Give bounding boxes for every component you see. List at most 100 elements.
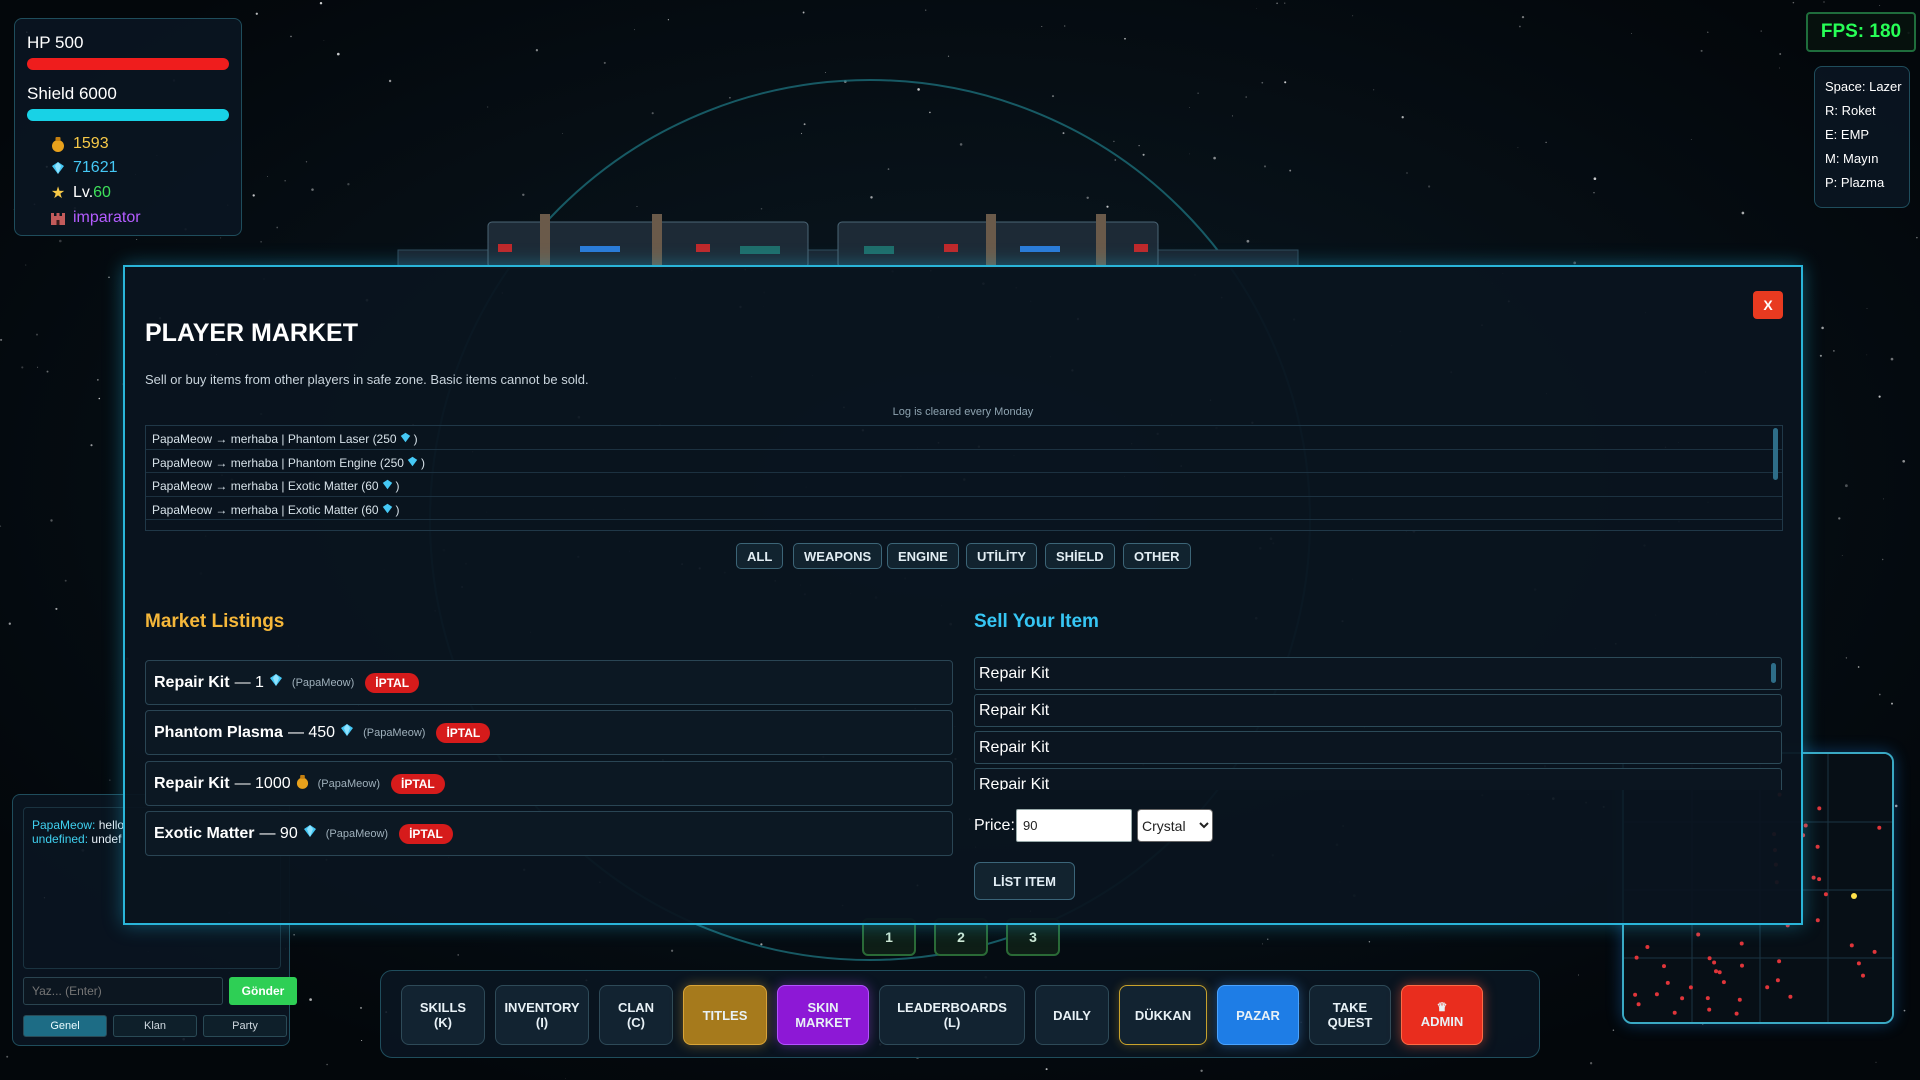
trade-log[interactable]: PapaMeow → merhaba | Phantom Laser (250)…: [145, 425, 1783, 531]
minimap-enemy-dot: [1696, 932, 1701, 937]
take-quest-button[interactable]: TAKE QUEST: [1309, 985, 1391, 1045]
cancel-listing-button[interactable]: İPTAL: [436, 722, 491, 743]
star: [535, 49, 539, 52]
crystal-row: 71621: [49, 159, 229, 177]
star: [1519, 25, 1521, 28]
pazar-button[interactable]: PAZAR: [1217, 985, 1299, 1045]
star: [562, 133, 563, 134]
star: [347, 183, 350, 186]
star: [326, 1063, 328, 1066]
keybind-emp: E: EMP: [1825, 127, 1870, 142]
sell-item-option[interactable]: Repair Kit: [974, 731, 1782, 764]
filter-shield[interactable]: SHİELD: [1045, 543, 1115, 569]
skills-button[interactable]: SKILLS (K): [401, 985, 485, 1045]
listing-row[interactable]: Phantom Plasma — 450 (PapaMeow) İPTAL: [145, 710, 953, 755]
sell-item-option[interactable]: Repair Kit: [974, 768, 1782, 790]
star: [1352, 15, 1354, 17]
star: [603, 61, 606, 64]
title-row: imparator: [49, 209, 229, 227]
minimap-enemy-dot: [1775, 978, 1780, 983]
crystal-icon: [303, 824, 317, 843]
star: [1428, 185, 1431, 188]
star: [1631, 33, 1632, 35]
star: [1267, 938, 1269, 940]
cancel-listing-button[interactable]: İPTAL: [399, 823, 453, 844]
star: [98, 397, 101, 400]
log-text: PapaMeow → merhaba | Exotic Matter (60: [152, 502, 379, 517]
star: [1213, 156, 1216, 160]
star: [1373, 89, 1375, 91]
log-entry: PapaMeow → merhaba | Exotic Matter (60): [146, 473, 1782, 497]
minimap-enemy-dot: [1815, 844, 1820, 849]
star: [1113, 140, 1115, 143]
star: [46, 370, 49, 373]
chat-send-button[interactable]: Gönder: [229, 977, 297, 1005]
sell-item-option[interactable]: Repair Kit: [974, 657, 1782, 690]
star: [802, 11, 805, 14]
chat-tab-general[interactable]: Genel: [23, 1015, 107, 1037]
filter-all[interactable]: ALL: [736, 543, 784, 569]
star: [634, 29, 636, 31]
star: [90, 444, 93, 447]
filter-engine[interactable]: ENGINE: [887, 543, 959, 569]
admin-button[interactable]: ♛ ADMIN: [1401, 985, 1483, 1045]
star: [97, 379, 99, 381]
shield-label: Shield 6000: [27, 84, 117, 103]
cancel-listing-button[interactable]: İPTAL: [390, 773, 445, 794]
listing-row[interactable]: Repair Kit — 1 (PapaMeow) İPTAL: [145, 660, 953, 705]
daily-button[interactable]: DAILY: [1035, 985, 1109, 1045]
listing-row[interactable]: Exotic Matter — 90 (PapaMeow) İPTAL: [145, 811, 953, 856]
listing-price: — 90: [259, 824, 298, 842]
listing-seller: (PapaMeow): [317, 777, 380, 790]
inventory-button[interactable]: INVENTORY (I): [495, 985, 589, 1045]
currency-select[interactable]: Crystal: [1137, 809, 1213, 842]
listing-name: Phantom Plasma: [154, 723, 283, 741]
listing-row[interactable]: Repair Kit — 1000 (PapaMeow) İPTAL: [145, 761, 953, 806]
listing-name: Repair Kit: [154, 673, 230, 691]
star: [636, 206, 638, 208]
crystal-icon: [269, 673, 283, 692]
star: [1064, 25, 1066, 27]
sell-item-list[interactable]: Repair Kit Repair Kit Repair Kit Repair …: [974, 657, 1782, 790]
titles-button[interactable]: TITLES: [683, 985, 767, 1045]
sell-item-option[interactable]: Repair Kit: [974, 694, 1782, 727]
clan-button[interactable]: CLAN (C): [599, 985, 673, 1045]
star: [1589, 1062, 1593, 1065]
star: [1823, 1, 1825, 3]
log-entry: PapaMeow → merhaba | Phantom Engine (250…: [146, 450, 1782, 473]
dukkan-button[interactable]: DÜKKAN: [1119, 985, 1207, 1045]
log-text: PapaMeow → merhaba | Phantom Laser (250: [152, 432, 397, 447]
list-item-button[interactable]: LİST ITEM: [974, 862, 1075, 900]
star: [917, 88, 920, 91]
star: [457, 954, 460, 956]
star: [323, 40, 325, 41]
star: [309, 998, 312, 1001]
star: [1821, 326, 1824, 330]
market-title: PLAYER MARKET: [145, 319, 358, 347]
cancel-listing-button[interactable]: İPTAL: [365, 672, 420, 693]
filter-weapons[interactable]: WEAPONS: [793, 543, 883, 569]
price-input[interactable]: [1016, 809, 1132, 842]
chat-tab-clan[interactable]: Klan: [113, 1015, 197, 1037]
star: [267, 176, 268, 177]
minimap-enemy-dot: [1849, 943, 1854, 948]
log-scrollbar[interactable]: [1773, 428, 1778, 480]
listing-price: — 1: [234, 673, 264, 691]
skin-market-button[interactable]: SKIN MARKET: [777, 985, 869, 1045]
leaderboards-button[interactable]: LEADERBOARDS (L): [879, 985, 1025, 1045]
sell-list-scrollbar[interactable]: [1771, 663, 1776, 683]
star: [136, 239, 138, 240]
filter-utility[interactable]: UTİLİTY: [966, 543, 1038, 569]
log-text-end: ): [395, 502, 400, 517]
minimap-enemy-dot: [1721, 980, 1726, 985]
chat-input[interactable]: [23, 977, 223, 1005]
filter-other[interactable]: OTHER: [1123, 543, 1191, 569]
admin-label: ADMIN: [1420, 1014, 1464, 1029]
close-button[interactable]: X: [1753, 291, 1783, 319]
chat-tab-party[interactable]: Party: [203, 1015, 287, 1037]
star: [50, 519, 53, 522]
star: [1845, 657, 1848, 659]
star: [1261, 81, 1264, 84]
crystal-icon: [382, 503, 393, 517]
star: [1261, 943, 1264, 945]
